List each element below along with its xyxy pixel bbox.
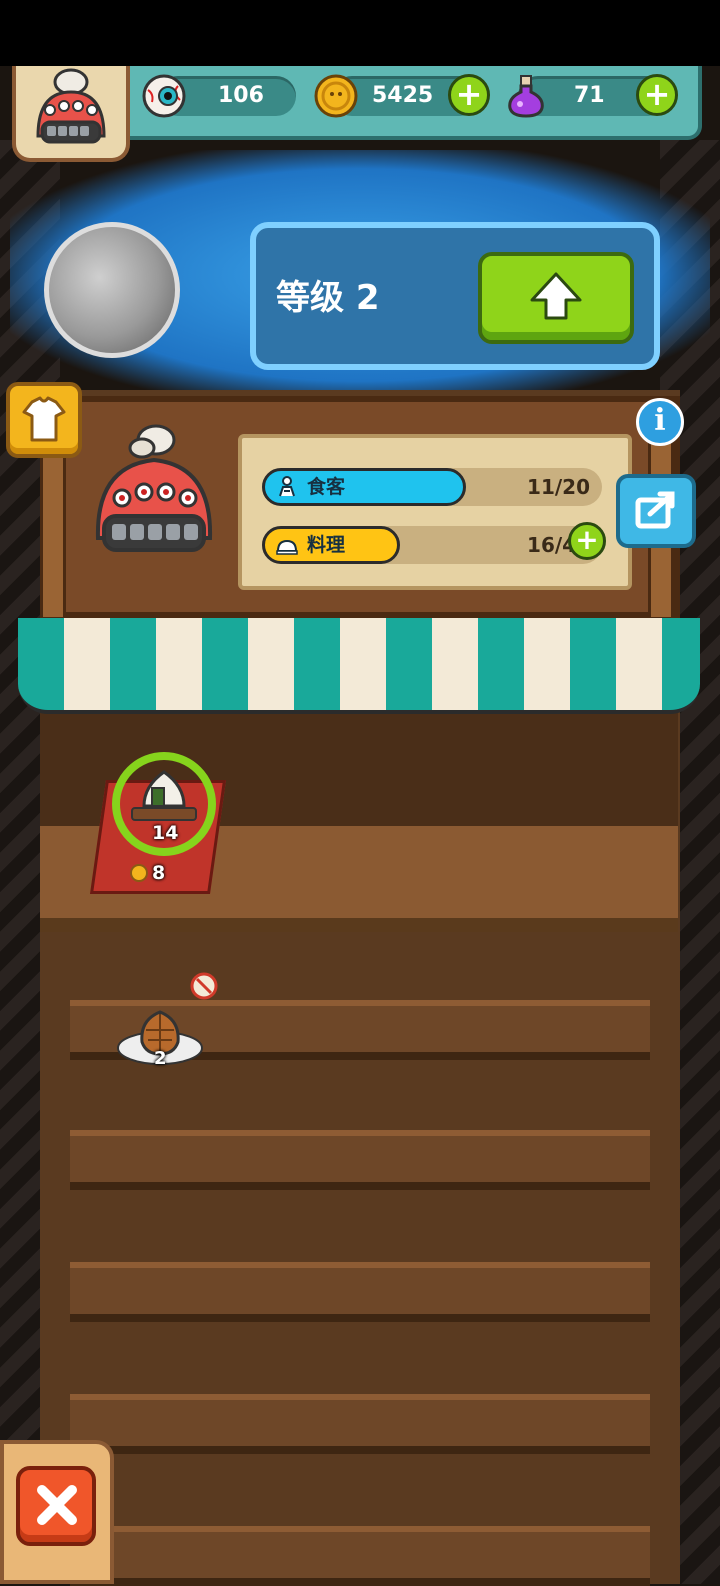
dishes-bar: 料理 (262, 526, 400, 564)
potion-icon (508, 75, 544, 118)
eyeball-icon (142, 74, 186, 118)
egg-quantity: 2 (154, 1048, 167, 1069)
dish-price: 8 (152, 862, 166, 884)
guests-bar: 食客 (262, 468, 466, 506)
dishes-label: 料理 (307, 534, 346, 556)
potion-count: 71 (574, 83, 605, 108)
moon-portal-icon (44, 222, 180, 358)
price-coin-icon (130, 864, 148, 882)
guest-person-icon (279, 476, 295, 497)
player-avatar[interactable] (12, 66, 130, 162)
monster-chef-avatar-icon (36, 68, 106, 144)
guests-stat: 食客 11/20 (262, 468, 602, 506)
upgrade-level-button[interactable] (478, 252, 634, 344)
guests-label: 食客 (307, 476, 346, 498)
shirt-icon (22, 396, 66, 442)
close-icon (37, 1485, 77, 1525)
coin-icon (314, 74, 358, 118)
coin-count: 5425 (372, 83, 434, 108)
dish-bell-icon (276, 539, 298, 555)
info-button[interactable]: i (636, 398, 684, 446)
up-arrow-icon (530, 272, 582, 320)
share-button[interactable] (616, 474, 696, 548)
status-bar (0, 0, 720, 66)
dishes-stat: 料理 16/48 (262, 526, 602, 564)
shelf-3 (70, 1262, 650, 1322)
shelf-4 (70, 1394, 650, 1454)
shelf-2 (70, 1130, 650, 1190)
shelf-5 (70, 1526, 650, 1586)
no-entry-icon (190, 972, 218, 1000)
eyeball-count: 106 (218, 83, 264, 108)
level-label: 等级 2 (276, 278, 380, 318)
costume-button[interactable] (6, 382, 82, 458)
guests-value: 11/20 (527, 475, 590, 499)
close-button[interactable] (16, 1466, 96, 1546)
shop-stats-card: 食客 11/20 料理 16/48 (238, 434, 632, 590)
dish-quantity: 14 (152, 822, 179, 844)
add-potions-button[interactable]: + (636, 74, 678, 116)
share-icon (635, 491, 675, 529)
chef-monster-icon (95, 424, 213, 552)
striped-awning (18, 618, 700, 714)
add-coins-button[interactable]: + (448, 74, 490, 116)
add-dishes-button[interactable]: + (568, 522, 606, 560)
rice-ball-icon (131, 770, 197, 821)
